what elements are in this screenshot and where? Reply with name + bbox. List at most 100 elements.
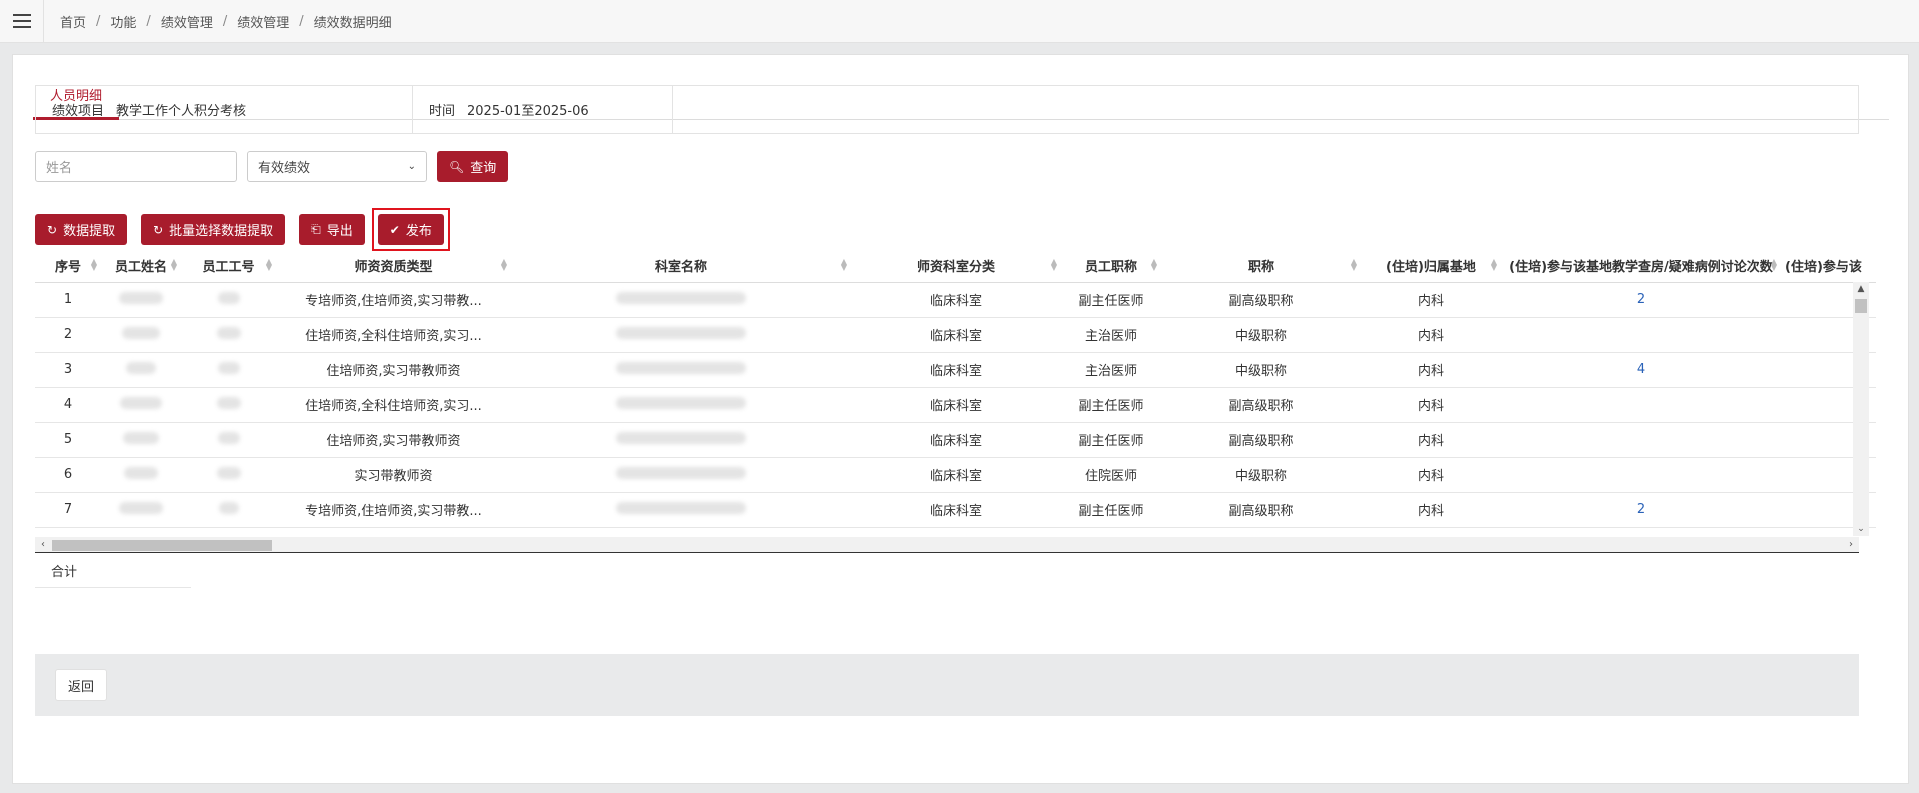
cell-no: 3 (35, 352, 101, 388)
table-row[interactable]: 7 专培师资,住培师资,实习带教... 临床科室 副主任医师 副高级职称 内科 2 (35, 492, 1876, 528)
cell-dept-type: 临床科室 (851, 387, 1061, 423)
cell-staff-title: 主治医师 (1061, 352, 1161, 388)
cell-title-level: 副高级职称 (1161, 282, 1361, 318)
cell-rounds-count[interactable] (1501, 387, 1781, 423)
vertical-scrollbar[interactable]: ▲ ⌄ (1853, 282, 1869, 536)
col-header-name[interactable]: 员工姓名 ▲ ▼ (101, 249, 181, 283)
cell-rounds-count[interactable]: 2 (1501, 492, 1781, 528)
cell-id-blurred (181, 317, 276, 353)
cell-no: 7 (35, 492, 101, 528)
cell-no: 2 (35, 317, 101, 353)
chevron-down-icon: ⌄ (407, 161, 416, 172)
cell-rounds-count[interactable]: 2 (1501, 282, 1781, 318)
col-header-no[interactable]: 序号 ▲ ▼ (35, 249, 101, 283)
sort-icon: ▲ ▼ (1350, 257, 1357, 272)
query-button[interactable]: 🔍︎ 查询 (437, 151, 509, 182)
cell-qualification: 住培师资,实习带教师资 (276, 352, 511, 388)
col-header-rounds-count[interactable]: (住培)参与该基地教学查房/疑难病例讨论次数 ▲ ▼ (1501, 249, 1781, 283)
cell-qualification: 住培师资,实习带教师资 (276, 422, 511, 458)
cell-staff-title: 副主任医师 (1061, 282, 1161, 318)
status-select-value: 有效绩效 (258, 161, 311, 176)
scroll-thumb[interactable] (52, 540, 272, 551)
scroll-up-icon[interactable]: ▲ (1853, 282, 1869, 296)
export-button[interactable]: ⎗ 导出 (299, 214, 365, 245)
breadcrumb: 首页 / 功能 / 绩效管理 / 绩效管理 / 绩效数据明细 (60, 12, 392, 31)
refresh-icon: ↻ (153, 222, 164, 237)
sort-icon: ▲ ▼ (1770, 257, 1777, 272)
cell-qualification: 住培师资,全科住培师资,实习... (276, 317, 511, 353)
batch-extract-button[interactable]: ↻ 批量选择数据提取 (141, 214, 286, 245)
cell-rounds-count[interactable] (1501, 457, 1781, 493)
filter-bar: 姓名 有效绩效 ⌄ 🔍︎ 查询 (35, 151, 509, 182)
table-row[interactable]: 1 专培师资,住培师资,实习带教... 临床科室 副主任医师 副高级职称 内科 2 (35, 282, 1876, 318)
table-row[interactable]: 3 住培师资,实习带教师资 临床科室 主治医师 中级职称 内科 4 (35, 352, 1876, 388)
cell-title-level: 中级职称 (1161, 352, 1361, 388)
cell-dept-blurred (511, 457, 851, 493)
scroll-thumb[interactable] (1855, 299, 1867, 313)
cell-base: 内科 (1361, 457, 1501, 493)
cell-base: 内科 (1361, 352, 1501, 388)
breadcrumb-function[interactable]: 功能 (110, 12, 136, 31)
col-header-participation[interactable]: (住培)参与该 (1781, 249, 1876, 283)
col-header-id[interactable]: 员工工号 ▲ ▼ (181, 249, 276, 283)
back-button[interactable]: 返回 (55, 669, 108, 701)
col-header-title-level[interactable]: 职称 ▲ ▼ (1161, 249, 1361, 283)
name-search-input[interactable]: 姓名 (35, 151, 237, 182)
cell-title-level: 副高级职称 (1161, 492, 1361, 528)
top-bar: 首页 / 功能 / 绩效管理 / 绩效管理 / 绩效数据明细 (0, 0, 1919, 43)
breadcrumb-home[interactable]: 首页 (60, 12, 86, 31)
cell-name-blurred (101, 422, 181, 458)
cell-title-level: 中级职称 (1161, 457, 1361, 493)
cell-name-blurred (101, 457, 181, 493)
data-table: 序号 ▲ ▼ 员工姓名 ▲ ▼ 员工工号 ▲ ▼ 师资资质类型 ▲ ▼ 科室名称 ▲ ▼ 师资科室分… (35, 249, 1876, 536)
cell-qualification: 住培师资,全科住培师资,实习... (276, 387, 511, 423)
scroll-right-icon[interactable]: › (1843, 537, 1859, 553)
cell-id-blurred (181, 492, 276, 528)
cell-rounds-count[interactable]: 4 (1501, 352, 1781, 388)
project-label: 绩效项目 (52, 104, 105, 119)
cell-qualification: 实习带教师资 (276, 457, 511, 493)
cell-title-level: 副高级职称 (1161, 387, 1361, 423)
col-header-dept[interactable]: 科室名称 ▲ ▼ (511, 249, 851, 283)
cell-no: 1 (35, 282, 101, 318)
col-header-base[interactable]: (住培)归属基地 ▲ ▼ (1361, 249, 1501, 283)
scroll-down-icon[interactable]: ⌄ (1853, 522, 1869, 536)
breadcrumb-current: 绩效数据明细 (313, 15, 392, 31)
horizontal-scrollbar[interactable]: ‹ › (35, 537, 1859, 553)
cell-base: 内科 (1361, 492, 1501, 528)
cell-rounds-count[interactable] (1501, 317, 1781, 353)
publish-button[interactable]: ✔ 发布 (377, 214, 444, 245)
cell-rounds-count[interactable] (1501, 422, 1781, 458)
cell-no: 4 (35, 387, 101, 423)
refresh-icon: ↻ (47, 222, 58, 237)
cell-base: 内科 (1361, 317, 1501, 353)
search-icon: 🔍︎ (449, 159, 465, 174)
table-row[interactable]: 4 住培师资,全科住培师资,实习... 临床科室 副主任医师 副高级职称 内科 (35, 387, 1876, 423)
publish-highlight: ✔ 发布 (371, 208, 450, 251)
col-header-dept-type[interactable]: 师资科室分类 ▲ ▼ (851, 249, 1061, 283)
hamburger-icon (12, 14, 31, 28)
total-row: 合计 (35, 554, 1859, 588)
action-bar: ↻ 数据提取 ↻ 批量选择数据提取 ⎗ 导出 ✔ 发布 (35, 208, 450, 251)
cell-dept-blurred (511, 317, 851, 353)
menu-toggle-button[interactable] (0, 0, 44, 43)
col-header-staff-title[interactable]: 员工职称 ▲ ▼ (1061, 249, 1161, 283)
sort-icon: ▲ ▼ (840, 257, 847, 272)
status-select[interactable]: 有效绩效 ⌄ (247, 151, 427, 182)
breadcrumb-performance-mgmt[interactable]: 绩效管理 (161, 12, 213, 31)
breadcrumb-performance-mgmt-2[interactable]: 绩效管理 (237, 12, 289, 31)
cell-dept-blurred (511, 282, 851, 318)
sort-icon: ▲ ▼ (1150, 257, 1157, 272)
table-row[interactable]: 5 住培师资,实习带教师资 临床科室 副主任医师 副高级职称 内科 (35, 422, 1876, 458)
cell-qualification: 专培师资,住培师资,实习带教... (276, 282, 511, 318)
table-row[interactable]: 6 实习带教师资 临床科室 住院医师 中级职称 内科 (35, 457, 1876, 493)
sort-icon: ▲ ▼ (1050, 257, 1057, 272)
file-export-icon: ⎗ (311, 222, 321, 236)
table-row[interactable]: 2 住培师资,全科住培师资,实习... 临床科室 主治医师 中级职称 内科 (35, 317, 1876, 353)
time-value: 2025-01至2025-06 (467, 104, 589, 119)
scroll-left-icon[interactable]: ‹ (35, 537, 51, 553)
cell-dept-type: 临床科室 (851, 282, 1061, 318)
extract-data-button[interactable]: ↻ 数据提取 (35, 214, 128, 245)
col-header-qualification[interactable]: 师资资质类型 ▲ ▼ (276, 249, 511, 283)
cell-no: 6 (35, 457, 101, 493)
